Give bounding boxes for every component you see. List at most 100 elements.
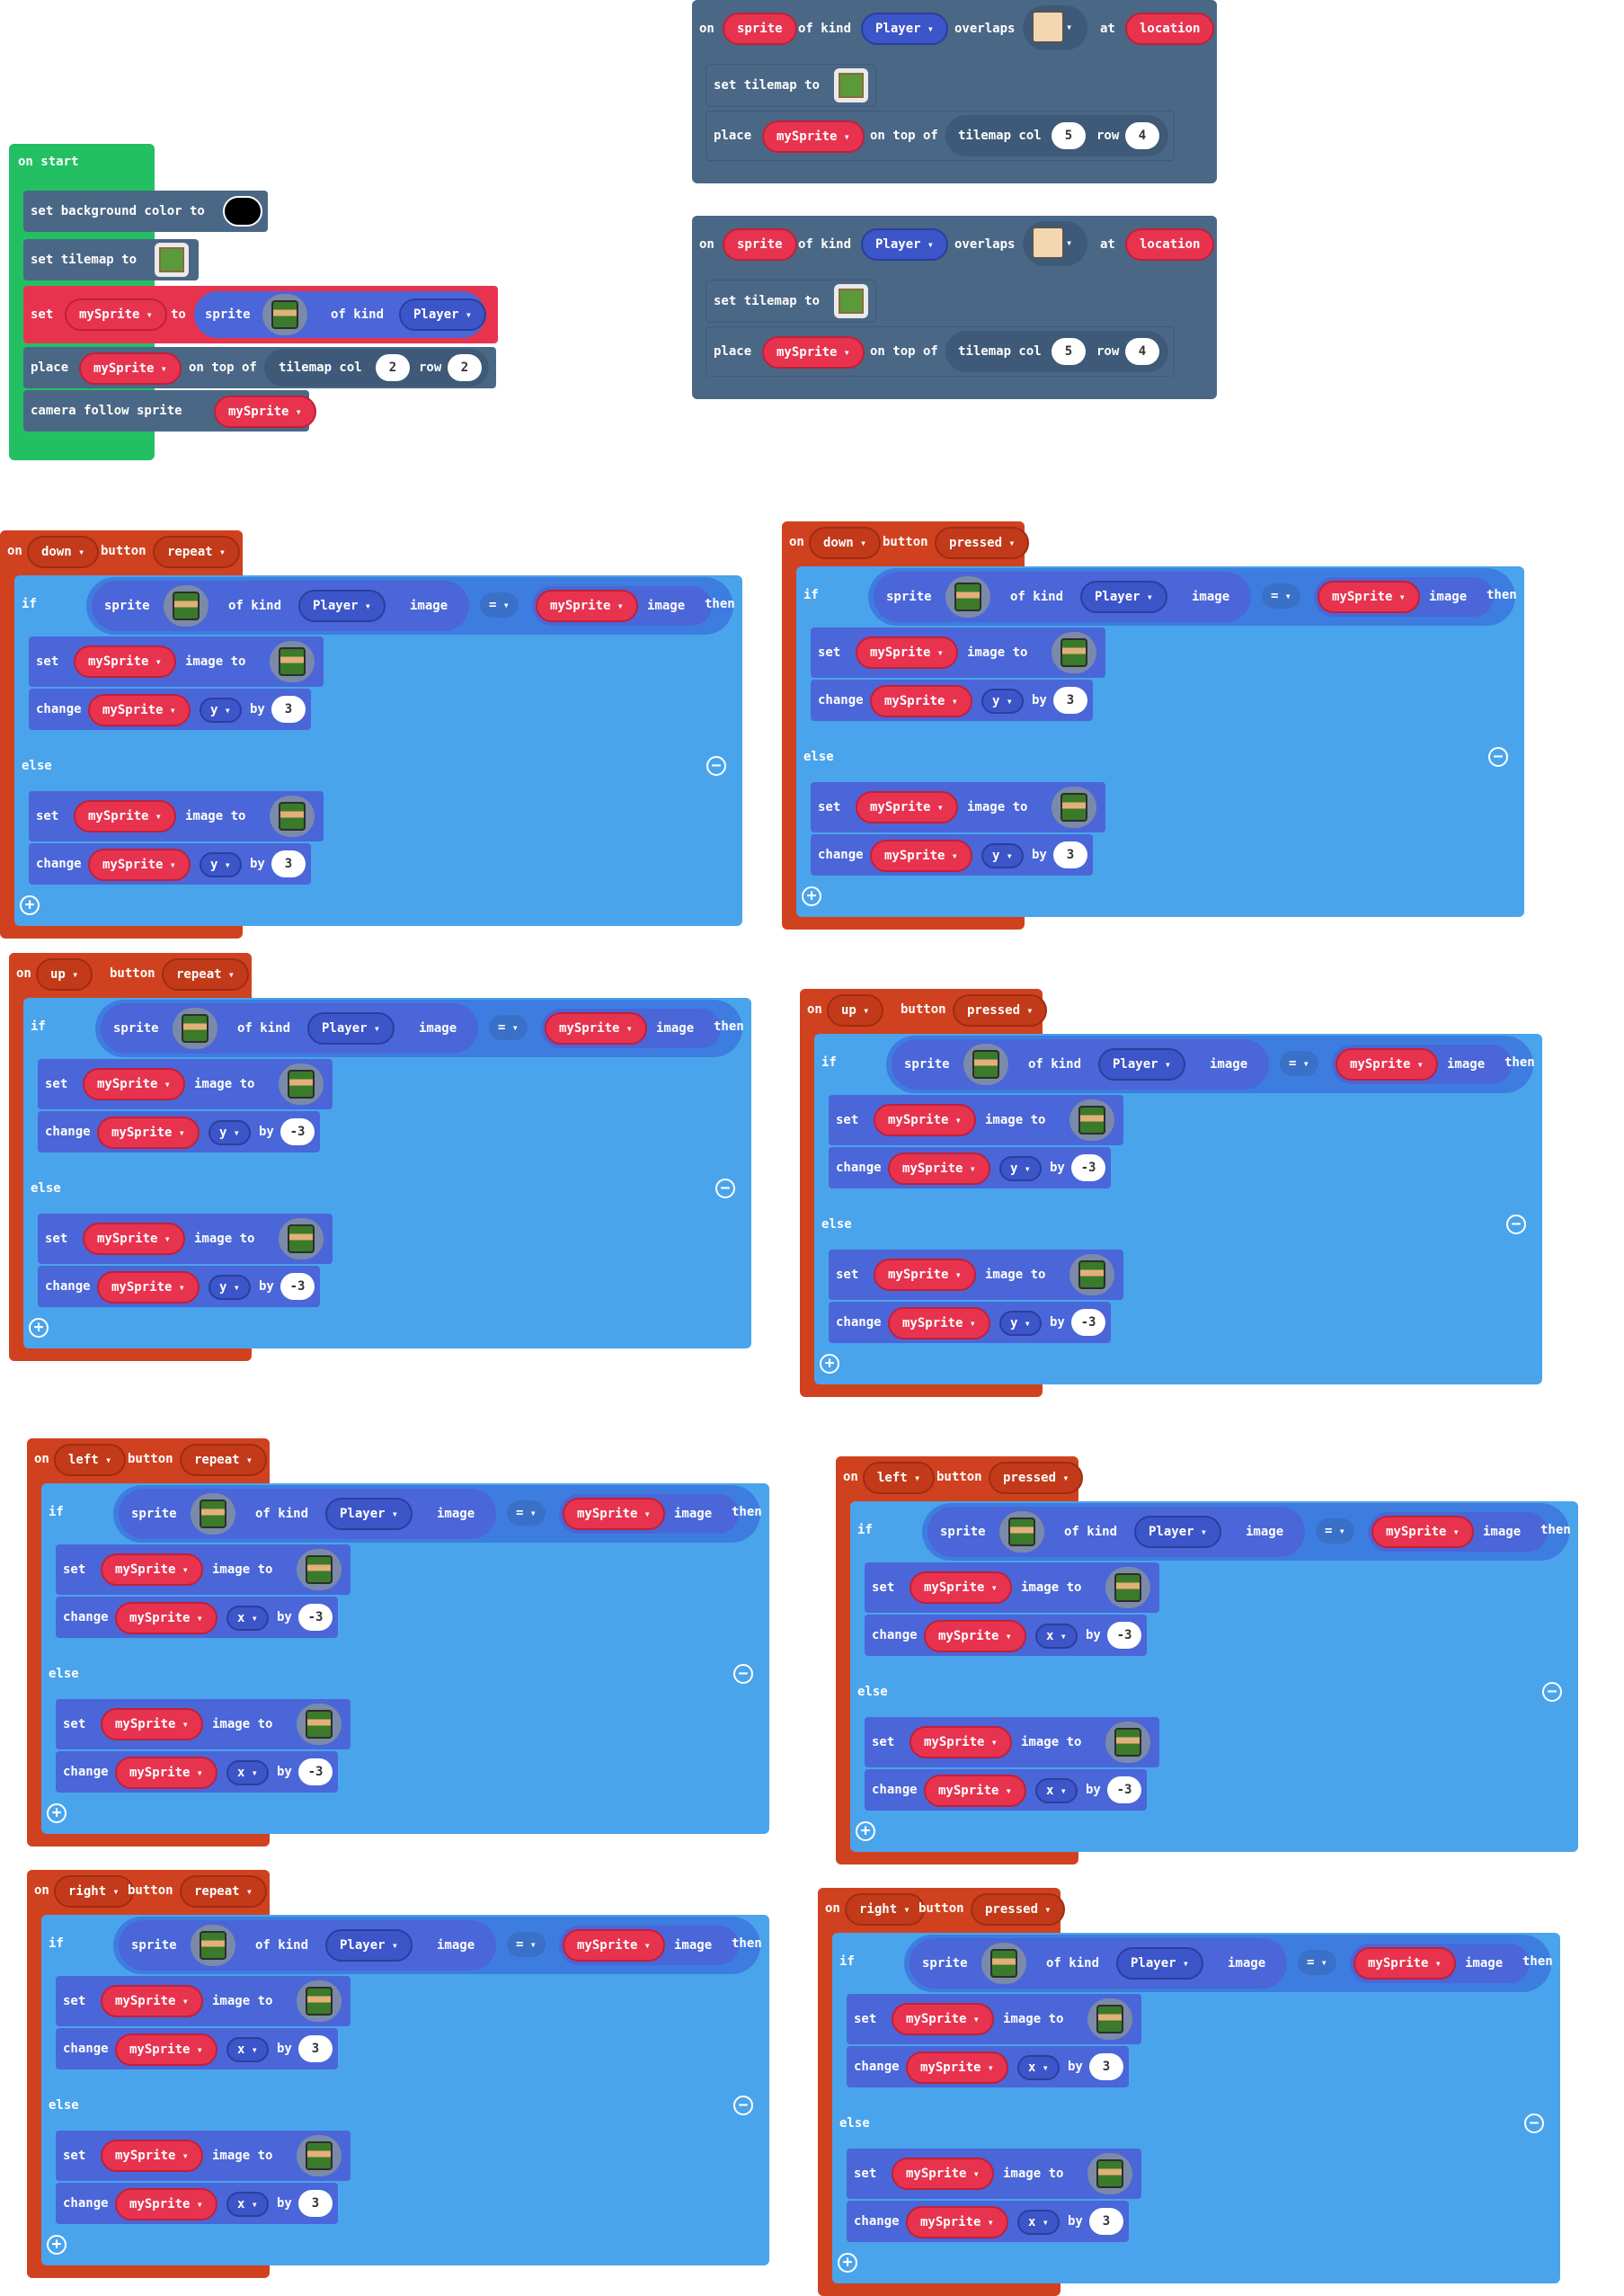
sprite-kind-image-block[interactable]: sprite of kind Player image bbox=[101, 1003, 478, 1054]
comparison-block[interactable]: sprite of kind Player image = mySprite image bbox=[922, 1503, 1569, 1561]
kind-dropdown[interactable]: Player bbox=[325, 1929, 413, 1962]
variable-dropdown[interactable]: mySprite bbox=[214, 396, 316, 428]
sprite-image-slot[interactable] bbox=[981, 1943, 1026, 1984]
tile-dropdown[interactable] bbox=[1023, 221, 1087, 266]
amount-input[interactable]: -3 bbox=[298, 1758, 333, 1785]
variable-dropdown[interactable]: mySprite bbox=[888, 1307, 990, 1339]
kind-dropdown[interactable]: Player bbox=[307, 1012, 395, 1045]
variable-dropdown[interactable]: mySprite bbox=[892, 2158, 994, 2190]
button-dropdown[interactable]: left bbox=[54, 1444, 127, 1476]
equals-dropdown[interactable]: = bbox=[489, 1015, 528, 1040]
remove-else-icon[interactable]: − bbox=[715, 1179, 735, 1198]
sprite-image-slot[interactable] bbox=[191, 1493, 235, 1535]
button-dropdown[interactable]: down bbox=[27, 536, 100, 568]
variable-dropdown[interactable]: mySprite bbox=[856, 791, 958, 823]
comparison-block[interactable]: sprite of kind Player image = mySprite image bbox=[86, 577, 733, 635]
color-swatch-black[interactable] bbox=[223, 196, 262, 227]
sprite-kind-image-block[interactable]: sprite of kind Player image bbox=[92, 581, 469, 631]
event-mode-dropdown[interactable]: pressed bbox=[971, 1893, 1066, 1926]
change-position-block[interactable]: change mySprite xby 3 bbox=[847, 2046, 1129, 2087]
variable-dropdown[interactable]: mySprite bbox=[97, 1271, 200, 1304]
amount-input[interactable]: 3 bbox=[271, 696, 306, 723]
place-on-top-block[interactable]: place mySprite on top of tilemap col 2 row 2 bbox=[23, 347, 496, 388]
variable-dropdown[interactable]: mySprite bbox=[115, 2188, 217, 2220]
axis-dropdown[interactable]: x bbox=[226, 1606, 269, 1631]
sprite-image-slot[interactable] bbox=[279, 1218, 324, 1259]
sprite-image-slot[interactable] bbox=[1105, 1722, 1150, 1763]
add-branch-icon[interactable]: + bbox=[47, 2235, 67, 2255]
sprite-image-slot[interactable] bbox=[945, 576, 990, 618]
variable-dropdown[interactable]: mySprite bbox=[115, 2033, 217, 2066]
axis-dropdown[interactable]: x bbox=[1017, 2210, 1060, 2235]
variable-dropdown[interactable]: mySprite bbox=[892, 2003, 994, 2035]
change-position-block[interactable]: change mySprite yby -3 bbox=[829, 1147, 1111, 1188]
variable-dropdown[interactable]: mySprite bbox=[1318, 581, 1420, 613]
kind-dropdown[interactable]: Player bbox=[1080, 581, 1168, 613]
axis-dropdown[interactable]: y bbox=[209, 1120, 251, 1145]
variable-dropdown[interactable]: mySprite bbox=[762, 336, 865, 369]
event-mode-dropdown[interactable]: pressed bbox=[989, 1462, 1084, 1494]
if-else-block[interactable]: if sprite of kind Player image = mySprite image… bbox=[23, 998, 751, 1348]
variable-dropdown[interactable]: mySprite bbox=[870, 840, 972, 872]
sprite-image-slot[interactable] bbox=[270, 796, 315, 837]
equals-dropdown[interactable]: = bbox=[507, 1932, 546, 1957]
sprite-kind-image-block[interactable]: sprite of kind Player image bbox=[910, 1938, 1287, 1989]
variable-dropdown[interactable]: mySprite bbox=[1371, 1516, 1474, 1548]
sprite-image-slot[interactable] bbox=[164, 585, 209, 627]
place-on-top-block[interactable]: place mySprite on top of tilemap col 5 row 4 bbox=[706, 111, 1174, 160]
amount-input[interactable]: -3 bbox=[1107, 1622, 1141, 1649]
change-position-block[interactable]: change mySprite xby -3 bbox=[865, 1615, 1147, 1656]
variable-dropdown[interactable]: mySprite bbox=[762, 120, 865, 153]
if-else-block[interactable]: if sprite of kind Player image = mySprite image… bbox=[41, 1915, 769, 2265]
amount-input[interactable]: 3 bbox=[1053, 841, 1087, 868]
button-dropdown[interactable]: up bbox=[36, 958, 93, 991]
equals-dropdown[interactable]: = bbox=[507, 1500, 546, 1526]
event-mode-dropdown[interactable]: repeat bbox=[153, 536, 241, 568]
variable-dropdown[interactable]: mySprite bbox=[924, 1620, 1026, 1652]
remove-else-icon[interactable]: − bbox=[733, 2096, 753, 2115]
variable-dropdown[interactable]: mySprite bbox=[79, 352, 182, 385]
change-position-block[interactable]: change mySprite yby 3 bbox=[811, 680, 1093, 721]
place-on-top-block[interactable]: place mySprite on top of tilemap col 5 row 4 bbox=[706, 327, 1174, 376]
mysprite-image-block[interactable]: mySprite image bbox=[541, 1009, 721, 1048]
amount-input[interactable]: -3 bbox=[1107, 1776, 1141, 1803]
sprite-image-slot[interactable] bbox=[1087, 1998, 1132, 2040]
axis-dropdown[interactable]: y bbox=[981, 689, 1024, 714]
sprite-image-slot[interactable] bbox=[297, 1549, 342, 1590]
kind-dropdown[interactable]: Player bbox=[861, 228, 949, 261]
sprite-image-slot[interactable] bbox=[1052, 632, 1096, 673]
change-position-block[interactable]: change mySprite yby -3 bbox=[829, 1302, 1111, 1343]
location-param[interactable]: location bbox=[1125, 13, 1215, 45]
col-input[interactable]: 2 bbox=[376, 354, 410, 381]
set-image-block[interactable]: set mySprite image to bbox=[811, 782, 1105, 832]
equals-dropdown[interactable]: = bbox=[480, 592, 519, 618]
button-dropdown[interactable]: right bbox=[845, 1893, 925, 1926]
comparison-block[interactable]: sprite of kind Player image = mySprite image bbox=[95, 1000, 742, 1057]
change-position-block[interactable]: change mySprite yby 3 bbox=[29, 689, 311, 730]
change-position-block[interactable]: change mySprite yby 3 bbox=[811, 834, 1093, 876]
comparison-block[interactable]: sprite of kind Player image = mySprite image bbox=[868, 568, 1515, 626]
if-else-block[interactable]: if sprite of kind Player image = mySprite image… bbox=[14, 575, 742, 926]
mysprite-image-block[interactable]: mySprite image bbox=[559, 1494, 739, 1534]
tilemap-thumbnail[interactable] bbox=[155, 243, 189, 277]
change-position-block[interactable]: change mySprite xby -3 bbox=[56, 1597, 338, 1638]
event-mode-dropdown[interactable]: pressed bbox=[935, 527, 1030, 559]
remove-else-icon[interactable]: − bbox=[706, 756, 726, 776]
row-input[interactable]: 4 bbox=[1125, 122, 1159, 149]
variable-dropdown[interactable]: mySprite bbox=[97, 1117, 200, 1149]
remove-else-icon[interactable]: − bbox=[1506, 1215, 1526, 1234]
variable-dropdown[interactable]: mySprite bbox=[101, 1553, 203, 1586]
button-dropdown[interactable]: up bbox=[827, 994, 884, 1027]
comparison-block[interactable]: sprite of kind Player image = mySprite image bbox=[904, 1935, 1551, 1992]
button-dropdown[interactable]: right bbox=[54, 1875, 134, 1908]
set-image-block[interactable]: set mySprite image to bbox=[38, 1214, 333, 1264]
remove-else-icon[interactable]: − bbox=[1524, 2114, 1544, 2133]
variable-dropdown[interactable]: mySprite bbox=[563, 1929, 665, 1962]
sprite-image-slot[interactable] bbox=[1069, 1099, 1114, 1141]
add-branch-icon[interactable]: + bbox=[856, 1821, 875, 1841]
kind-dropdown[interactable]: Player bbox=[1134, 1516, 1222, 1548]
variable-dropdown[interactable]: mySprite bbox=[101, 1985, 203, 2017]
equals-dropdown[interactable]: = bbox=[1280, 1051, 1318, 1076]
camera-follow-block[interactable]: camera follow sprite mySprite bbox=[23, 390, 316, 432]
mysprite-image-block[interactable]: mySprite image bbox=[1350, 1944, 1530, 1983]
